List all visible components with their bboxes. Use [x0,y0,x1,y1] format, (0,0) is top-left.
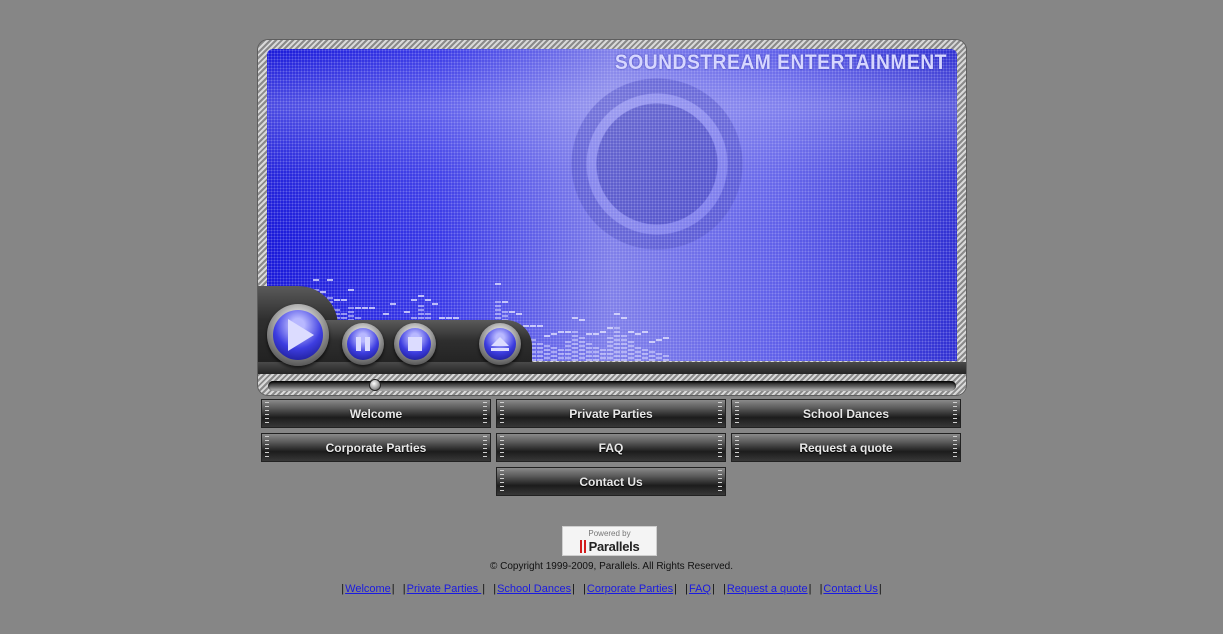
media-player-frame: SOUNDSTREAM ENTERTAINMENT [258,40,966,395]
nav-school-dances-button[interactable]: School Dances [731,399,961,428]
footer-link-request-quote[interactable]: Request a quote [727,583,808,595]
footer-link-faq[interactable]: FAQ [689,583,711,595]
parallels-name: Parallels [588,539,640,554]
pause-button[interactable] [342,323,384,365]
nav-welcome-button[interactable]: Welcome [261,399,491,428]
nav-faq-button[interactable]: FAQ [496,433,726,462]
site-title: SOUNDSTREAM ENTERTAINMENT [614,51,947,74]
stop-icon [408,337,422,351]
equalizer-peak [327,279,333,281]
parallels-bars-icon [579,540,586,553]
footer-links: |Welcome| |Private Parties | |School Dan… [341,583,882,595]
copyright-text: © Copyright 1999-2009, Parallels. All Ri… [489,561,734,572]
nav-corporate-parties-button[interactable]: Corporate Parties [261,433,491,462]
eject-button[interactable] [479,323,521,365]
nav-private-parties-button[interactable]: Private Parties [496,399,726,428]
play-button[interactable] [267,304,329,366]
footer-link-school-dances[interactable]: School Dances [497,583,571,595]
nav-request-quote-button[interactable]: Request a quote [731,433,961,462]
equalizer-peak [313,279,319,281]
page: SOUNDSTREAM ENTERTAINMENT Welcome Privat… [0,0,1223,634]
footer-link-private-parties[interactable]: Private Parties [407,583,482,595]
seek-handle[interactable] [370,380,380,390]
powered-by-label: Powered by [588,529,631,538]
eject-icon [491,337,509,351]
equalizer-peak [495,283,501,285]
control-panel [258,286,966,374]
play-icon [288,319,314,351]
stop-button[interactable] [394,323,436,365]
parallels-logo: Parallels [563,539,656,554]
pause-icon [356,337,370,351]
footer-link-contact-us[interactable]: Contact Us [823,583,877,595]
seek-bar[interactable] [268,380,956,391]
nav-contact-us-button[interactable]: Contact Us [496,467,726,496]
footer-link-corporate-parties[interactable]: Corporate Parties [587,583,673,595]
footer-link-welcome[interactable]: Welcome [345,583,391,595]
powered-by-parallels-badge[interactable]: Powered by Parallels [562,526,657,556]
